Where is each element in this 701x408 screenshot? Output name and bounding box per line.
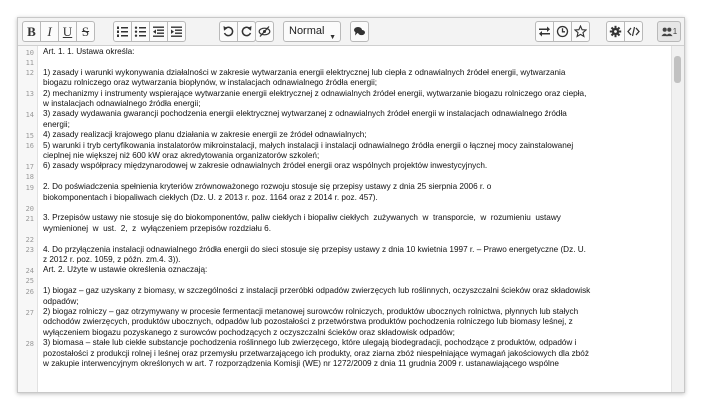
editor-window: B I U S Normal ▼ 1 10 Art. 1. 1. Ustawa … [17,17,685,393]
toolbar: B I U S Normal ▼ 1 [18,18,684,46]
ordered-list-icon [117,26,128,37]
document-line[interactable]: 3) zasady wydawania gwarancji pochodzeni… [43,109,670,119]
comments-icon [354,27,365,36]
line-number: 27 [25,308,34,317]
comment-button[interactable] [350,21,369,42]
code-icon [627,26,640,37]
line-number: 28 [25,339,34,348]
strikethrough-button[interactable]: S [76,21,95,42]
document-line[interactable]: wymienionej w ust. 2, z wyłączeniem prze… [43,224,670,234]
document-line[interactable]: 6) zasady współpracy międzynarodowej w z… [43,161,670,171]
document-editor[interactable]: 10 Art. 1. 1. Ustawa określa: 11 12 1) zasad… [18,46,684,392]
document-line[interactable]: odpadów; [43,297,670,307]
outdent-icon [153,26,164,37]
document-line[interactable]: 2) mechanizmy i instrumenty wspierające … [43,89,670,99]
tools-group [535,21,590,42]
bold-button[interactable]: B [22,21,41,42]
document-line[interactable]: pozostałości z produkcji rolnej i leśnej… [43,349,670,359]
line-number: 26 [25,287,34,296]
line-number: 10 [25,48,34,57]
italic-button[interactable]: I [40,21,59,42]
document-line[interactable]: 3. Przepisów ustawy nie stosuje się do b… [43,213,670,223]
line-number: 12 [25,69,34,78]
hide-button[interactable] [255,21,274,42]
line-number: 22 [25,235,34,244]
outdent-button[interactable] [149,21,168,42]
line-number: 19 [25,183,34,192]
document-line[interactable]: 2) biogaz rolniczy – gaz otrzymywany w p… [43,307,670,317]
vertical-scrollbar[interactable] [671,46,684,392]
eye-slash-icon [258,26,271,37]
document-line[interactable]: odchodów zwierzęcych, produktów ubocznyc… [43,317,670,327]
ordered-list-button[interactable] [113,21,132,42]
line-number: 21 [25,214,34,223]
caret-down-icon: ▼ [329,34,336,41]
history-button[interactable] [553,21,572,42]
document-line[interactable]: 3) biomasa – stałe lub ciekłe substancje… [43,338,670,348]
settings-group [606,21,643,42]
document-line[interactable]: wyłączeniem biogazu pozyskanego z surowc… [43,328,670,338]
redo-button[interactable] [237,21,256,42]
document-line[interactable]: cieplnej nie większej niż 600 kW oraz ak… [43,151,670,161]
line-number: 13 [25,90,34,99]
indent-button[interactable] [167,21,186,42]
document-line[interactable]: 2. Do poświadczenia spełnienia kryteriów… [43,182,670,192]
document-line[interactable]: 1) biogaz – gaz uzyskany z biomasy, w sz… [43,286,670,296]
source-code-button[interactable] [624,21,643,42]
list-group [113,21,186,42]
document-line[interactable]: w zakupie interwencyjnym określonych w a… [43,359,670,369]
text-style-group: B I U S [22,21,95,42]
bullet-list-button[interactable] [131,21,150,42]
document-line[interactable]: w instalacjach odnawialnego źródła energ… [43,99,670,109]
document-line[interactable]: Art. 2. Użyte w ustawie określenia oznac… [43,265,670,275]
line-number: 17 [25,162,34,171]
document-line[interactable]: biokomponentach i biopaliwach ciekłych (… [43,193,670,203]
italic-icon: I [47,23,52,39]
line-number: 23 [25,246,34,255]
underline-icon: U [62,23,73,39]
redo-icon [241,26,252,37]
line-number: 20 [25,204,34,213]
users-button[interactable]: 1 [657,21,681,42]
indent-icon [171,26,182,37]
line-number: 14 [25,110,34,119]
document-line[interactable]: energii; [43,120,670,130]
bold-icon: B [27,23,36,39]
line-number: 18 [25,173,34,182]
document-line[interactable]: Art. 1. 1. Ustawa określa: [43,47,670,57]
document-line[interactable]: 1) zasady i warunki wykonywania działaln… [43,68,670,78]
settings-button[interactable] [606,21,625,42]
history-group [219,21,256,42]
exchange-icon [539,26,550,37]
document-line[interactable]: 4) zasady realizacji krajowego planu dzi… [43,130,670,140]
line-number: 16 [25,142,34,151]
line-number: 25 [25,277,34,286]
users-icon [661,27,673,36]
clock-icon [556,25,569,38]
line-number: 24 [25,266,34,275]
undo-button[interactable] [219,21,238,42]
underline-button[interactable]: U [58,21,77,42]
format-select[interactable]: Normal ▼ [283,21,341,42]
strikethrough-icon: S [81,23,90,39]
compare-button[interactable] [535,21,554,42]
line-number: 15 [25,131,34,140]
line-number: 11 [25,58,34,67]
visibility-group [255,21,274,42]
undo-icon [223,26,234,37]
document-line[interactable]: 5) warunki i tryb certyfikowania instala… [43,141,670,151]
scrollbar-thumb[interactable] [674,56,681,83]
bullet-list-icon [134,26,146,37]
gear-icon [609,25,622,38]
comment-group [350,21,369,42]
star-icon [574,25,587,38]
favorite-button[interactable] [571,21,590,42]
document-line[interactable]: z 2012 r. poz. 1059, z późn. zm.4. 3)). [43,255,670,265]
document-line[interactable]: 4. Do przyłączenia instalacji odnawialne… [43,245,670,255]
format-select-value: Normal [289,25,325,37]
users-count: 1 [672,27,678,36]
document-line[interactable]: biogazu rolniczego oraz wytwarzania biop… [43,78,670,88]
